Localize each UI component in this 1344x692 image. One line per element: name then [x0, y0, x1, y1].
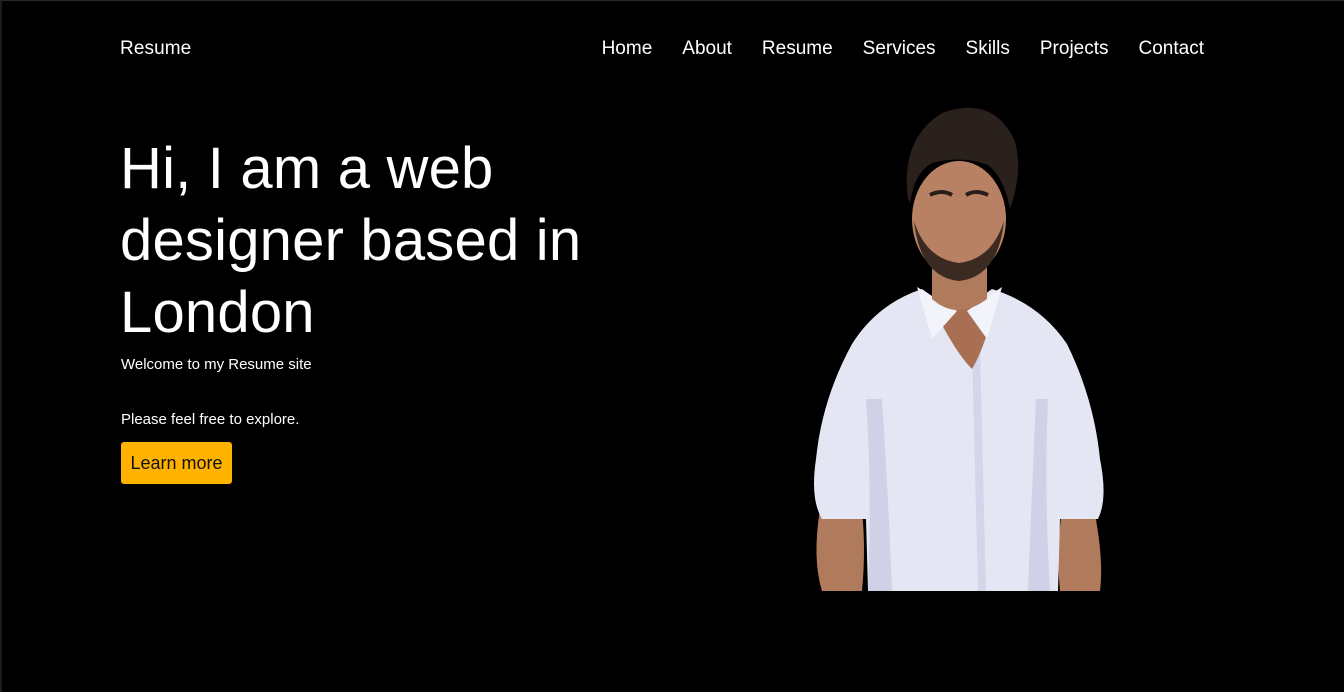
portrait-image — [814, 107, 1104, 591]
page: Resume Home About Resume Services Skills… — [0, 0, 1344, 692]
hero-title: Hi, I am a web designer based in London — [120, 136, 582, 345]
nav-services[interactable]: Services — [863, 38, 936, 60]
learn-more-button[interactable]: Learn more — [121, 442, 232, 484]
nav-contact[interactable]: Contact — [1139, 38, 1204, 60]
nav-about[interactable]: About — [682, 38, 732, 60]
explore-text: Please feel free to explore. — [121, 411, 300, 428]
nav-home[interactable]: Home — [602, 38, 653, 60]
nav-resume[interactable]: Resume — [762, 38, 833, 60]
main-nav: Home About Resume Services Skills Projec… — [602, 38, 1204, 60]
welcome-text: Welcome to my Resume site — [121, 356, 312, 373]
nav-projects[interactable]: Projects — [1040, 38, 1109, 60]
brand-link[interactable]: Resume — [120, 38, 191, 60]
nav-skills[interactable]: Skills — [966, 38, 1010, 60]
